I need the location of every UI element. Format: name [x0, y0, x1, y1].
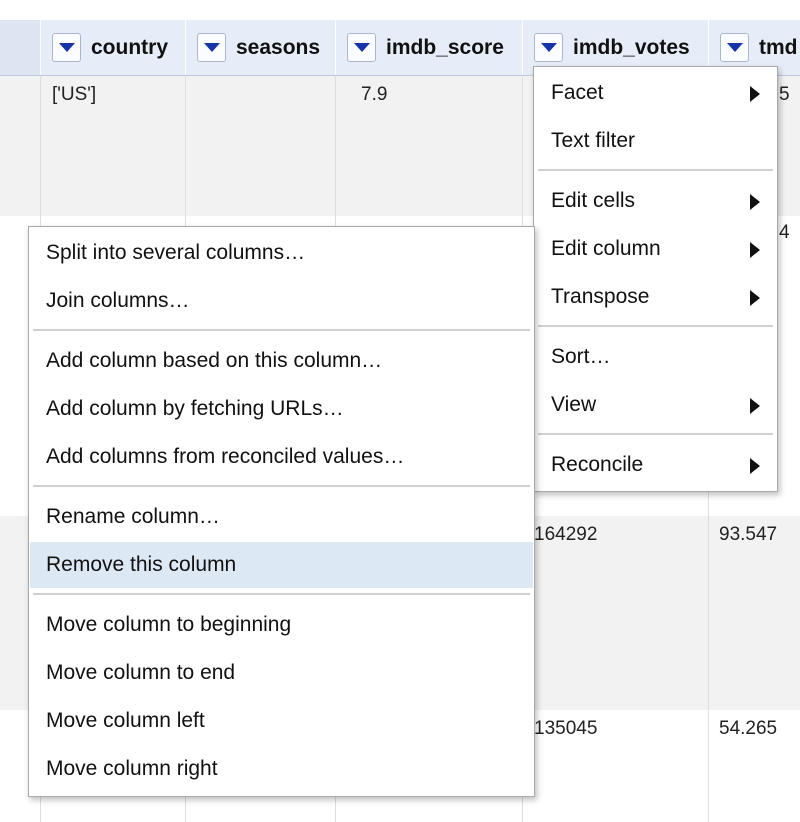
- menu-separator: [538, 325, 773, 327]
- column-header-label: tmd: [759, 35, 798, 59]
- menu-item-view[interactable]: View: [535, 382, 776, 428]
- menu-item-add-column-based[interactable]: Add column based on this column…: [30, 338, 533, 384]
- column-header-imdb-score: imdb_score: [335, 20, 522, 75]
- menu-item-move-to-beginning[interactable]: Move column to beginning: [30, 602, 533, 648]
- menu-separator: [33, 485, 530, 487]
- menu-item-add-columns-reconciled[interactable]: Add columns from reconciled values…: [30, 434, 533, 480]
- column-header-label: seasons: [236, 35, 321, 59]
- menu-separator: [33, 593, 530, 595]
- menu-item-add-column-fetch-urls[interactable]: Add column by fetching URLs…: [30, 386, 533, 432]
- cell-tmdb-partial[interactable]: 5: [779, 84, 790, 106]
- submenu-arrow-icon: [750, 398, 760, 414]
- column-menu-button-tmdb[interactable]: [720, 33, 749, 62]
- menu-item-move-right[interactable]: Move column right: [30, 746, 533, 792]
- menu-item-remove-column[interactable]: Remove this column: [30, 542, 533, 588]
- menu-separator: [538, 169, 773, 171]
- submenu-arrow-icon: [750, 458, 760, 474]
- cell-imdb-votes[interactable]: 164292: [534, 524, 597, 546]
- menu-item-move-left[interactable]: Move column left: [30, 698, 533, 744]
- menu-item-sort[interactable]: Sort…: [535, 334, 776, 380]
- submenu-arrow-icon: [750, 290, 760, 306]
- cell-imdb-score[interactable]: 7.9: [361, 84, 387, 106]
- dropdown-triangle-icon: [540, 43, 557, 52]
- dropdown-triangle-icon: [353, 43, 370, 52]
- cell-tmdb[interactable]: 93.547: [719, 524, 777, 546]
- menu-item-join-columns[interactable]: Join columns…: [30, 278, 533, 324]
- column-menu-button-imdb-score[interactable]: [347, 33, 376, 62]
- submenu-arrow-icon: [750, 194, 760, 210]
- menu-item-split-columns[interactable]: Split into several columns…: [30, 230, 533, 276]
- column-header-label: imdb_score: [386, 35, 504, 59]
- menu-separator: [33, 329, 530, 331]
- menu-item-reconcile[interactable]: Reconcile: [535, 442, 776, 488]
- menu-item-edit-column[interactable]: Edit column: [535, 226, 776, 272]
- menu-separator: [538, 433, 773, 435]
- column-menu-button-seasons[interactable]: [197, 33, 226, 62]
- menu-item-rename-column[interactable]: Rename column…: [30, 494, 533, 540]
- column-header-label: imdb_votes: [573, 35, 690, 59]
- menu-item-text-filter[interactable]: Text filter: [535, 118, 776, 164]
- column-header-label: country: [91, 35, 169, 59]
- submenu-arrow-icon: [750, 242, 760, 258]
- column-header-country: country: [40, 20, 185, 75]
- menu-item-transpose[interactable]: Transpose: [535, 274, 776, 320]
- column-menu-button-imdb-votes[interactable]: [534, 33, 563, 62]
- cell-imdb-votes[interactable]: 135045: [534, 718, 597, 740]
- menu-item-edit-cells[interactable]: Edit cells: [535, 178, 776, 224]
- edit-column-submenu: Split into several columns… Join columns…: [28, 226, 535, 797]
- column-header-seasons: seasons: [185, 20, 335, 75]
- menu-item-move-to-end[interactable]: Move column to end: [30, 650, 533, 696]
- menu-item-facet[interactable]: Facet: [535, 70, 776, 116]
- dropdown-triangle-icon: [726, 43, 743, 52]
- cell-country[interactable]: ['US']: [52, 84, 96, 106]
- dropdown-triangle-icon: [203, 43, 220, 52]
- submenu-arrow-icon: [750, 86, 760, 102]
- cell-tmdb[interactable]: 54.265: [719, 718, 777, 740]
- column-dropdown-menu: Facet Text filter Edit cells Edit column…: [533, 66, 778, 492]
- column-menu-button-country[interactable]: [52, 33, 81, 62]
- dropdown-triangle-icon: [58, 43, 75, 52]
- cell-tmdb-partial[interactable]: 4: [779, 222, 790, 244]
